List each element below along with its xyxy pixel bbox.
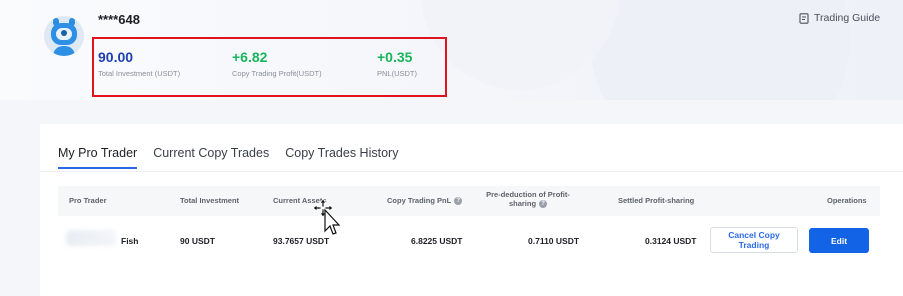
cell-total-investment: 90 USDT	[180, 236, 215, 246]
col-settled-profit-sharing: Settled Profit-sharing	[618, 196, 695, 205]
col-total-investment: Total Investment	[180, 196, 240, 205]
tab-current-copy-trades[interactable]: Current Copy Trades	[153, 146, 269, 169]
col-copy-trading-pnl: Copy Trading PnL?	[387, 196, 463, 206]
col-pro-trader: Pro Trader	[69, 196, 107, 205]
cell-current-assets: 93.7657 USDT	[273, 236, 330, 246]
account-header: ****648 Trading Guide 90.00 Total Invest…	[0, 0, 903, 100]
stat-value: +0.35	[377, 49, 413, 65]
cell-copy-trading-pnl: 6.8225 USDT	[411, 236, 463, 246]
cell-trader-name[interactable]: Fish	[121, 236, 138, 246]
tab-bar: My Pro Trader Current Copy Trades Copy T…	[58, 146, 398, 169]
help-icon[interactable]: ?	[539, 200, 548, 209]
avatar	[44, 16, 84, 56]
stat-label: Copy Trading Profit(USDT)	[232, 69, 322, 78]
stat-value: +6.82	[232, 49, 268, 65]
stat-pnl: +0.35 PNL(USDT)	[377, 49, 417, 78]
col-pre-deduction: Pre-deduction of Profit-sharing?	[478, 190, 578, 209]
col-copy-trading-pnl-label: Copy Trading PnL	[387, 196, 452, 205]
tab-copy-trades-history[interactable]: Copy Trades History	[285, 146, 398, 169]
tab-divider	[40, 171, 903, 172]
masked-user-id: ****648	[98, 12, 140, 27]
investment-summary: 90.00 Total Investment (USDT) +6.82 Copy…	[92, 37, 447, 97]
edit-button[interactable]: Edit	[809, 228, 869, 253]
table-header: Pro Trader Total Investment Current Asse…	[58, 186, 880, 216]
help-icon[interactable]: ?	[454, 197, 463, 206]
col-pre-deduction-label: Pre-deduction of Profit-sharing	[486, 190, 570, 208]
move-cursor-icon	[312, 198, 341, 235]
stat-value: 90.00	[98, 49, 134, 65]
stat-copy-trading-profit: +6.82 Copy Trading Profit(USDT)	[232, 49, 322, 78]
avatar-eye	[61, 30, 67, 36]
trading-guide-link[interactable]: Trading Guide	[799, 12, 880, 24]
tab-my-pro-trader[interactable]: My Pro Trader	[58, 146, 138, 169]
copy-trading-panel: My Pro Trader Current Copy Trades Copy T…	[40, 124, 903, 296]
trading-guide-label: Trading Guide	[814, 12, 881, 24]
table-row: Fish 90 USDT 93.7657 USDT 6.8225 USDT 0.…	[58, 224, 880, 258]
stat-label: Total Investment (USDT)	[98, 69, 181, 78]
cell-pre-deduction: 0.7110 USDT	[528, 236, 580, 246]
trader-avatar	[66, 230, 116, 246]
stat-label: PNL(USDT)	[377, 69, 418, 78]
cancel-copy-trading-button[interactable]: Cancel Copy Trading	[710, 227, 798, 253]
avatar-body	[53, 46, 75, 56]
col-operations: Operations	[827, 196, 867, 205]
stat-total-investment: 90.00 Total Investment (USDT)	[98, 49, 180, 78]
header-decoration	[420, 0, 620, 90]
document-icon	[799, 12, 809, 24]
cell-settled-profit-sharing: 0.3124 USDT	[645, 236, 697, 246]
